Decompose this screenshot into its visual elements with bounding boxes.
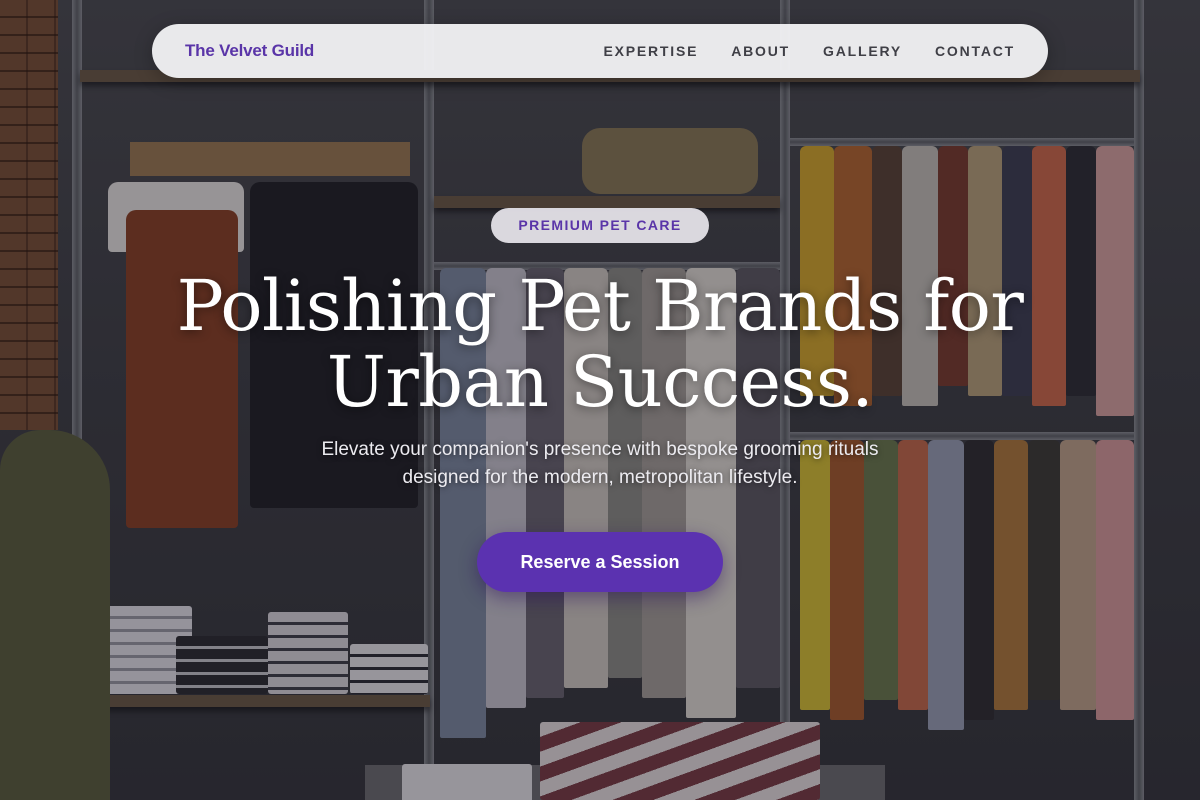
hero-headline-line-2: Urban Success. xyxy=(326,341,874,423)
hero-subheadline: Elevate your companion's presence with b… xyxy=(260,436,940,492)
hero-headline-line-1: Polishing Pet Brands for xyxy=(176,265,1024,347)
hero-subheadline-line-2: designed for the modern, metropolitan li… xyxy=(402,467,798,488)
hero-section: PREMIUM PET CARE Polishing Pet Brands fo… xyxy=(0,0,1200,800)
hero-badge: PREMIUM PET CARE xyxy=(491,208,709,243)
hero-headline: Polishing Pet Brands for Urban Success. xyxy=(100,268,1100,420)
hero-subheadline-line-1: Elevate your companion's presence with b… xyxy=(321,439,879,460)
reserve-session-button[interactable]: Reserve a Session xyxy=(477,532,723,592)
